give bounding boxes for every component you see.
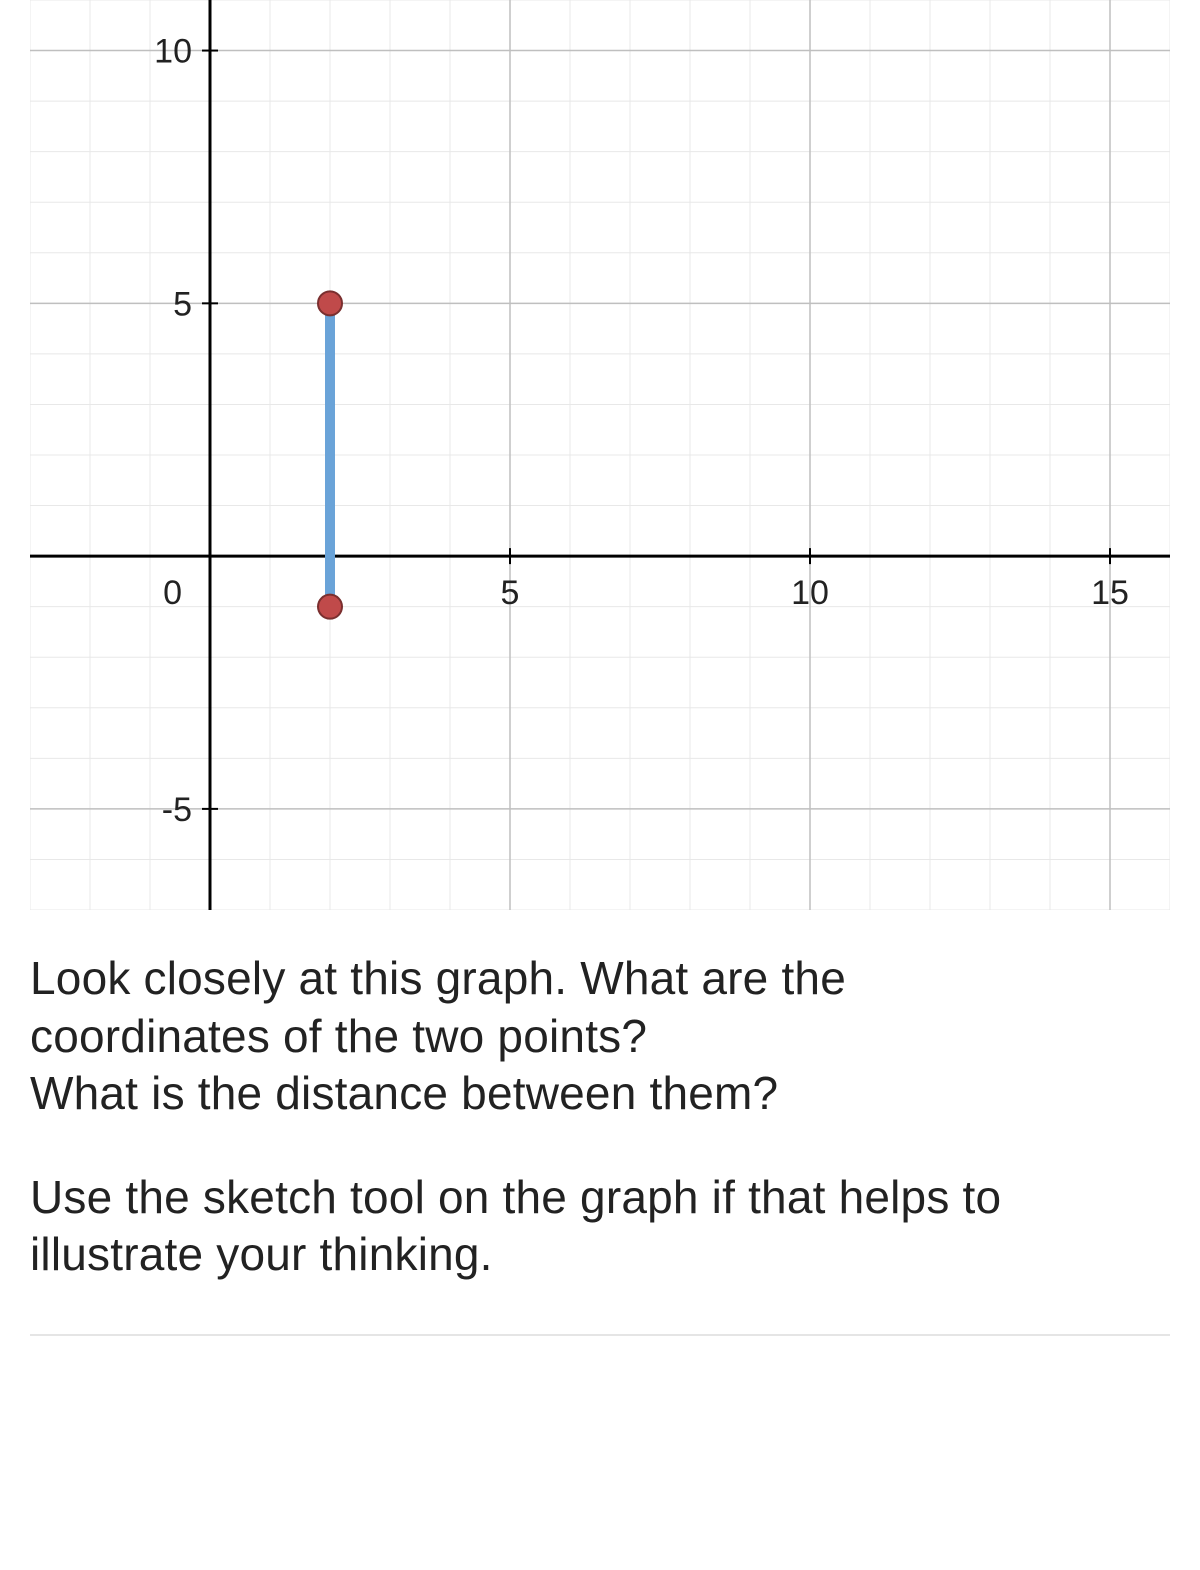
svg-text:10: 10 [791, 574, 829, 612]
question-line: illustrate your thinking. [30, 1228, 493, 1280]
svg-text:15: 15 [1091, 574, 1129, 612]
question-line: What is the distance between them? [30, 1067, 778, 1119]
svg-text:-5: -5 [162, 791, 192, 829]
separator [30, 1334, 1170, 1336]
svg-text:5: 5 [501, 574, 520, 612]
svg-text:5: 5 [173, 285, 192, 323]
svg-text:0: 0 [163, 574, 182, 612]
coordinate-graph[interactable]: 5 10 15 0 -5 5 10 [30, 0, 1170, 910]
question-line: Look closely at this graph. What are the [30, 952, 846, 1004]
graph-svg[interactable]: 5 10 15 0 -5 5 10 [30, 0, 1170, 910]
minor-gridlines [30, 0, 1170, 910]
question-line: coordinates of the two points? [30, 1010, 647, 1062]
svg-text:10: 10 [154, 33, 192, 71]
question-text: Look closely at this graph. What are the… [30, 950, 1170, 1284]
question-line: Use the sketch tool on the graph if that… [30, 1171, 1001, 1223]
